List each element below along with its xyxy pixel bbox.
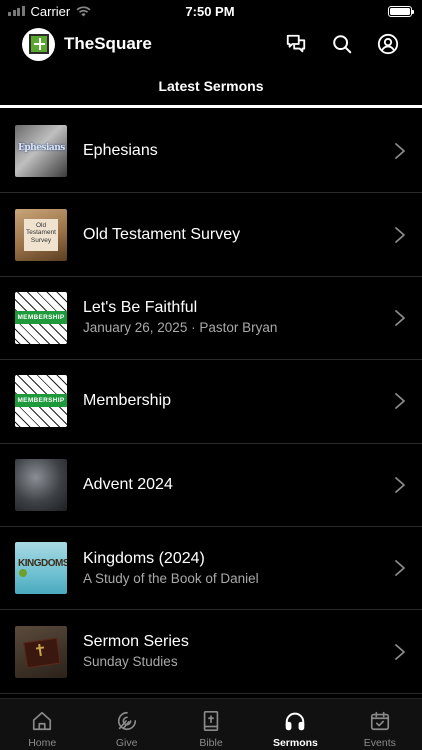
bible-icon (199, 709, 223, 733)
tab-events[interactable]: Events (338, 699, 422, 750)
tab-label: Bible (199, 737, 223, 749)
sermon-text: Kingdoms (2024) A Study of the Book of D… (83, 549, 394, 588)
wifi-icon (76, 5, 91, 16)
sermon-thumbnail: MEMBERSHIP (15, 291, 67, 344)
header-actions (284, 32, 400, 56)
tab-give[interactable]: Give (84, 699, 168, 750)
calendar-icon (368, 709, 392, 733)
chevron-right-icon (395, 143, 405, 160)
sermon-text: Let's Be Faithful January 26, 2025 · Pas… (83, 298, 394, 337)
sermon-thumbnail: KINGDOMS (15, 542, 67, 595)
status-time: 7:50 PM (185, 3, 235, 19)
sermon-text: Advent 2024 (83, 475, 394, 495)
chat-icon[interactable] (284, 32, 308, 56)
sermon-title: Membership (83, 392, 172, 410)
chevron-right-icon (395, 476, 405, 493)
sermon-text: Old Testament Survey (83, 225, 394, 245)
carrier-label: Carrier (30, 3, 71, 19)
tab-home[interactable]: Home (0, 699, 84, 750)
sermon-title: Old Testament Survey (83, 225, 241, 243)
headphones-icon (283, 709, 307, 733)
app-header: TheSquare (0, 24, 422, 64)
chevron-right-icon (395, 560, 405, 577)
app-screen: Carrier 7:50 PM TheSquare Latest Sermons… (0, 0, 422, 750)
chevron-right-icon (395, 226, 405, 243)
sermon-item-advent-2024[interactable]: Advent 2024 (0, 444, 422, 527)
tab-label: Give (115, 737, 138, 749)
sermon-item-sermon-series[interactable]: Sermon Series Sunday Studies (0, 610, 422, 694)
sermon-item-kingdoms-2024[interactable]: KINGDOMS Kingdoms (2024) A Study of the … (0, 527, 422, 611)
sermon-title: Let's Be Faithful (83, 299, 198, 317)
sermon-subtitle: January 26, 2025 · Pastor Bryan (83, 320, 278, 336)
tab-bible[interactable]: Bible (169, 699, 253, 750)
sermon-list: Ephesians Ephesians Old Testament Survey… (0, 110, 422, 694)
sermon-subtitle: Sunday Studies (83, 654, 178, 670)
chevron-right-icon (395, 393, 405, 410)
sermon-thumbnail (15, 458, 67, 511)
sermon-item-old-testament-survey[interactable]: Old Testament Survey Old Testament Surve… (0, 193, 422, 277)
app-logo[interactable] (22, 27, 55, 61)
sermon-thumbnail: MEMBERSHIP (15, 375, 67, 428)
battery-icon (388, 5, 414, 17)
tab-label: Events (363, 737, 396, 749)
title-underline (0, 105, 422, 108)
account-icon[interactable] (376, 32, 400, 56)
status-bar: Carrier 7:50 PM (0, 0, 422, 22)
sermon-subtitle: A Study of the Book of Daniel (83, 570, 259, 586)
tab-bar: Home Give Bible Sermons Events (0, 698, 422, 750)
tab-label: Home (28, 737, 57, 749)
status-left: Carrier (8, 4, 148, 19)
sermon-text: Ephesians (83, 141, 394, 161)
sermon-title: Advent 2024 (83, 475, 173, 493)
sermon-thumbnail (15, 625, 67, 678)
status-right (272, 5, 414, 17)
signal-icon (8, 6, 25, 16)
sermon-item-membership[interactable]: MEMBERSHIP Membership (0, 360, 422, 444)
sermon-text: Sermon Series Sunday Studies (83, 632, 394, 671)
sermon-thumbnail: Ephesians (15, 125, 67, 178)
section-title: Latest Sermons (158, 78, 264, 94)
sermon-thumbnail: Old Testament Survey (15, 208, 67, 261)
tab-sermons[interactable]: Sermons (253, 699, 337, 750)
sermon-title: Kingdoms (2024) (83, 549, 205, 567)
home-icon (30, 709, 54, 733)
sermon-text: Membership (83, 391, 394, 411)
search-icon[interactable] (330, 32, 354, 56)
sermon-item-ephesians[interactable]: Ephesians Ephesians (0, 110, 422, 194)
tab-label: Sermons (272, 737, 318, 749)
sermon-title: Sermon Series (83, 633, 189, 651)
sermon-item-lets-be-faithful[interactable]: MEMBERSHIP Let's Be Faithful January 26,… (0, 277, 422, 361)
chevron-right-icon (395, 310, 405, 326)
app-title: TheSquare (64, 34, 152, 53)
sermon-title: Ephesians (83, 142, 158, 160)
give-icon (115, 709, 139, 733)
chevron-right-icon (395, 643, 405, 660)
